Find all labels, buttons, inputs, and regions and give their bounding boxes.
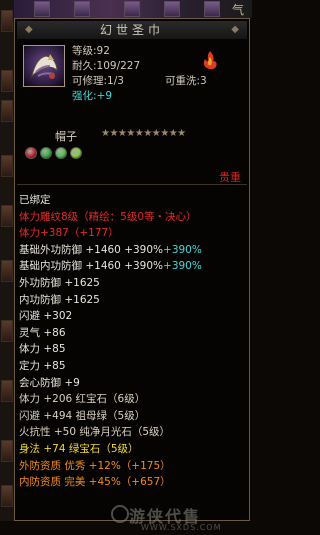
item-tooltip-panel: ◆ 幻世圣巾 ◆ 等级:92 耐久:109/227 可修理:1/3 可重洗:3 …	[14, 18, 250, 532]
attribute-line: 会心防御 +9	[19, 376, 80, 389]
attribute-list: 已绑定体力雕纹8级（精绘：5级0等・决心） 体力+387（+177） 基础外功防御 …	[19, 192, 249, 491]
attribute-line: 内功防御 +1625	[19, 293, 100, 306]
hotbar-slot[interactable]	[34, 1, 50, 17]
gem-socket-icon	[70, 147, 82, 159]
rewash-field: 可重洗:3	[165, 74, 207, 89]
repair-label: 可修理	[72, 75, 104, 87]
item-hat-icon	[23, 45, 65, 87]
toolbar-slot[interactable]	[1, 10, 13, 32]
gem-socket-icon	[55, 147, 67, 159]
durability-label: 耐久	[72, 60, 93, 72]
hotbar-tab-label[interactable]: 气	[232, 1, 244, 18]
durability-value: :109/227	[93, 60, 141, 72]
attribute-bonus: +390%	[163, 260, 202, 273]
toolbar-slot[interactable]	[1, 100, 13, 122]
section-divider	[17, 184, 247, 185]
enhance-value: :+9	[93, 90, 113, 102]
top-hotbar-strip: 气	[14, 0, 252, 18]
toolbar-slot[interactable]	[1, 260, 13, 282]
item-tier-label: 贵重	[219, 171, 241, 184]
flame-emblem-icon	[203, 51, 217, 70]
attribute-line: 体力 +85	[19, 343, 66, 356]
attribute-line: 体力雕纹8级（精绘：5级0等・决心）	[19, 210, 197, 223]
title-ornament-icon: ◆	[231, 24, 239, 35]
gem-socket-icon	[40, 147, 52, 159]
toolbar-slot[interactable]	[1, 380, 13, 402]
repair-row: 可修理:1/3 可重洗:3	[72, 74, 247, 89]
watermark-sub: WWW.SXDS.COM	[141, 523, 222, 532]
watermark-logo-icon	[111, 505, 129, 523]
repair-value: :1/3	[103, 75, 124, 87]
enhance-row: 强化:+9	[72, 89, 247, 104]
level-label: 等级	[72, 45, 93, 57]
attribute-line: 外功防御 +1625	[19, 276, 100, 289]
item-category-row: 帽子 ★★★★★★★★★★	[55, 128, 245, 143]
hotbar-slot[interactable]	[124, 1, 140, 17]
gem-socket-row	[25, 147, 85, 161]
enhance-label: 强化	[72, 90, 93, 102]
attribute-line: 身法 +74 绿宝石（5级）	[19, 442, 139, 455]
toolbar-slot[interactable]	[1, 485, 13, 507]
gem-socket-icon	[25, 147, 37, 159]
attribute-bonus: +390%	[163, 243, 202, 256]
toolbar-slot[interactable]	[1, 440, 13, 462]
rewash-value: :3	[196, 75, 207, 87]
attribute-line: 已绑定	[19, 194, 51, 206]
attribute-text: 基础外功防御 +1460 +390%	[19, 243, 164, 256]
attribute-line: 闪避 +494 祖母绿（5级）	[19, 409, 146, 422]
attribute-text: 基础内功防御 +1460 +390%	[19, 260, 164, 273]
attribute-line: 定力 +85	[19, 359, 66, 372]
left-toolbar-strip	[0, 0, 14, 521]
watermark: 游侠代售 WWW.SXDS.COM	[111, 503, 249, 535]
attribute-line: 基础内功防御 +1460 +390%+390%	[19, 258, 249, 275]
attribute-line: 灵气 +86	[19, 326, 66, 339]
hotbar-slot[interactable]	[204, 1, 220, 17]
rewash-label: 可重洗	[165, 75, 197, 87]
hotbar-slot[interactable]	[164, 1, 180, 17]
item-title-bar: ◆ 幻世圣巾 ◆	[17, 21, 247, 39]
attribute-line: 体力+387（+177）	[19, 227, 119, 240]
hotbar-slot[interactable]	[74, 1, 90, 17]
attribute-line: 体力 +206 红宝石（6级）	[19, 393, 146, 406]
toolbar-slot[interactable]	[1, 205, 13, 227]
attribute-line: 火抗性 +50 纯净月光石（5级）	[19, 426, 171, 439]
attribute-line: 基础外功防御 +1460 +390%+390%	[19, 242, 249, 259]
item-name: 幻世圣巾	[99, 23, 164, 37]
item-category: 帽子	[55, 130, 77, 143]
level-value: :92	[93, 45, 110, 57]
attribute-line: 内防资质 完美 +45%（+657）	[19, 476, 171, 489]
toolbar-slot[interactable]	[1, 70, 13, 92]
toolbar-slot[interactable]	[1, 155, 13, 177]
toolbar-slot[interactable]	[1, 320, 13, 342]
title-ornament-icon: ◆	[25, 24, 33, 35]
attribute-line: 外防资质 优秀 +12%（+175）	[19, 459, 171, 472]
star-rating: ★★★★★★★★★★	[101, 128, 186, 139]
attribute-line: 闪避 +302	[19, 310, 73, 323]
